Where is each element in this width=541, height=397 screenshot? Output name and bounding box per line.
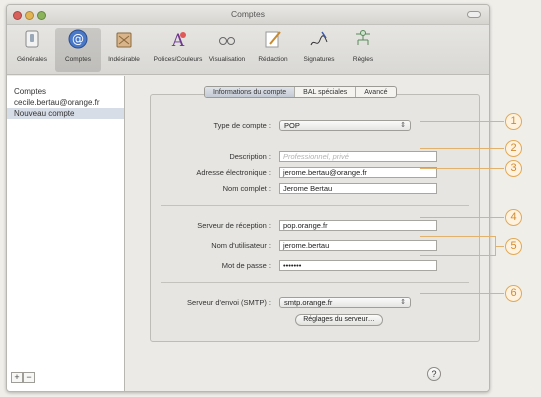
callout-3: 3	[505, 160, 522, 177]
window-title: Comptes	[230, 9, 265, 19]
toolbar-item-signatures[interactable]: Signatures	[296, 28, 342, 63]
fullname-label: Nom complet :	[222, 184, 271, 193]
callout-2: 2	[505, 140, 522, 157]
accounts-list: Comptes cecile.bertau@orange.fr Nouveau …	[7, 76, 125, 391]
font-icon: A	[171, 31, 186, 50]
trash-icon	[116, 32, 132, 48]
toolbar-item-redaction[interactable]: Rédaction	[250, 28, 296, 63]
callout-line	[496, 246, 504, 247]
username-field[interactable]: jerome.bertau	[279, 240, 437, 251]
password-label: Mot de passe :	[221, 261, 271, 270]
pencil-icon	[265, 31, 281, 48]
account-type-select[interactable]: POP ⇕	[279, 120, 411, 131]
toolbar-item-indesirable[interactable]: Indésirable	[101, 28, 147, 63]
chevron-updown-icon: ⇕	[400, 299, 406, 306]
toolbar-item-comptes[interactable]: @ Comptes	[55, 28, 101, 72]
list-item[interactable]: cecile.bertau@orange.fr	[7, 97, 124, 108]
callout-line	[420, 121, 504, 122]
account-buttons: + −	[11, 372, 35, 383]
account-details: Type de compte : POP ⇕ Description : Pro…	[126, 76, 489, 391]
smtp-server-select[interactable]: smtp.orange.fr ⇕	[279, 297, 411, 308]
svg-text:@: @	[72, 32, 84, 46]
chevron-updown-icon: ⇕	[400, 122, 406, 129]
email-label: Adresse électronique :	[196, 168, 271, 177]
incoming-server-label: Serveur de réception :	[197, 221, 271, 230]
password-field[interactable]: •••••••	[279, 260, 437, 271]
account-type-label: Type de compte :	[213, 121, 271, 130]
divider	[161, 205, 469, 206]
toolbar-item-polices-couleurs[interactable]: A Polices/Couleurs	[152, 28, 204, 63]
switch-icon	[25, 30, 39, 48]
email-field[interactable]: jerome.bertau@orange.fr	[279, 167, 437, 178]
callout-line	[420, 293, 504, 294]
at-icon: @	[68, 29, 88, 49]
list-item[interactable]: Nouveau compte	[7, 108, 124, 119]
callout-line	[420, 168, 504, 169]
description-field[interactable]: Professionnel, privé	[279, 151, 437, 162]
toolbar-item-visualisation[interactable]: Visualisation	[204, 28, 250, 63]
callout-line	[420, 217, 504, 218]
signature-icon	[310, 31, 328, 46]
incoming-server-field[interactable]: pop.orange.fr	[279, 220, 437, 231]
account-info-panel: Type de compte : POP ⇕ Description : Pro…	[150, 94, 480, 342]
tab-advanced[interactable]: Avancé	[356, 87, 395, 97]
callout-6: 6	[505, 285, 522, 302]
callout-4: 4	[505, 209, 522, 226]
callout-line	[420, 148, 504, 149]
glasses-icon	[219, 37, 235, 45]
callout-1: 1	[505, 113, 522, 130]
smtp-server-label: Serveur d'envoi (SMTP) :	[187, 298, 271, 307]
server-settings-button[interactable]: Réglages du serveur…	[295, 314, 383, 326]
toolbar-item-regles[interactable]: Règles	[340, 28, 386, 63]
description-label: Description :	[229, 152, 271, 161]
tab-special-mailboxes[interactable]: BAL spéciales	[295, 87, 357, 97]
tab-account-info[interactable]: Informations du compte	[205, 87, 296, 97]
title-bar: Comptes	[7, 5, 489, 25]
remove-account-button[interactable]: −	[23, 372, 35, 383]
list-item[interactable]: Comptes	[7, 86, 124, 97]
account-tabs: Informations du compte BAL spéciales Ava…	[204, 86, 397, 98]
divider	[161, 282, 469, 283]
toolbar-item-generales[interactable]: Générales	[9, 28, 55, 63]
add-account-button[interactable]: +	[11, 372, 23, 383]
callout-bracket	[420, 236, 496, 256]
preferences-window: Comptes Générales @ Comptes Indésirable	[6, 4, 490, 392]
callout-5: 5	[505, 238, 522, 255]
rules-icon	[356, 30, 370, 45]
preferences-toolbar: Générales @ Comptes Indésirable A Police…	[7, 25, 489, 75]
username-label: Nom d'utilisateur :	[211, 241, 271, 250]
fullname-field[interactable]: Jerome Bertau	[279, 183, 437, 194]
help-button[interactable]: ?	[427, 367, 441, 381]
toolbar-toggle-button[interactable]	[467, 11, 481, 18]
